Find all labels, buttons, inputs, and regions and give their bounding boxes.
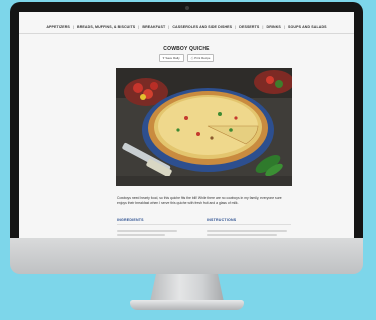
monitor-stand — [150, 274, 224, 302]
nav-separator: | — [262, 25, 264, 29]
nav-item-breakfast[interactable]: BREAKFAST — [142, 25, 165, 29]
ingredients-heading: INGREDIENTS — [117, 218, 144, 222]
nav-separator: | — [72, 25, 75, 29]
nav-item-appetizers[interactable]: APPETIZERS — [46, 25, 70, 29]
camera-icon — [184, 6, 189, 10]
nav-separator: | — [283, 25, 286, 29]
page-title: COWBOY QUICHE — [163, 46, 210, 52]
nav-separator: | — [235, 25, 237, 29]
nav-item-drinks[interactable]: DRINKS — [267, 25, 281, 29]
recipe-intro: Cowboys need hearty food, so this quiche… — [117, 196, 282, 205]
instructions-heading: INSTRUCTIONS — [207, 218, 237, 222]
ingredient-line — [117, 230, 177, 232]
monitor-bezel: APPETIZERS | BREADS, MUFFINS, & BISCUITS… — [10, 2, 363, 238]
nav-item-breads[interactable]: BREADS, MUFFINS, & BISCUITS — [77, 25, 135, 29]
monitor-base — [130, 300, 244, 310]
ingredient-line — [117, 234, 165, 236]
save-button[interactable]: ♥Save Rally — [158, 54, 184, 62]
top-nav: APPETIZERS | BREADS, MUFFINS, & BISCUITS… — [19, 21, 354, 34]
section-divider — [117, 224, 291, 225]
nav-separator: | — [168, 25, 170, 29]
recipe-photo — [116, 68, 292, 186]
nav-item-casseroles[interactable]: CASSEROLES AND SIDE DISHES — [172, 25, 232, 29]
print-button-label: Print Recipe — [194, 56, 211, 60]
printer-icon: ⎙ — [190, 56, 194, 60]
instruction-line — [207, 234, 277, 236]
nav-item-desserts[interactable]: DESSERTS — [239, 25, 259, 29]
monitor-chin — [10, 238, 363, 274]
print-button[interactable]: ⎙Print Recipe — [186, 54, 215, 62]
screen: APPETIZERS | BREADS, MUFFINS, & BISCUITS… — [19, 12, 354, 238]
nav-item-soups[interactable]: SOUPS AND SALADS — [288, 25, 327, 29]
save-button-label: Save Rally — [165, 56, 180, 60]
instruction-line — [207, 230, 287, 232]
recipe-actions: ♥Save Rally ⎙Print Recipe — [19, 54, 354, 62]
nav-separator: | — [138, 25, 140, 29]
